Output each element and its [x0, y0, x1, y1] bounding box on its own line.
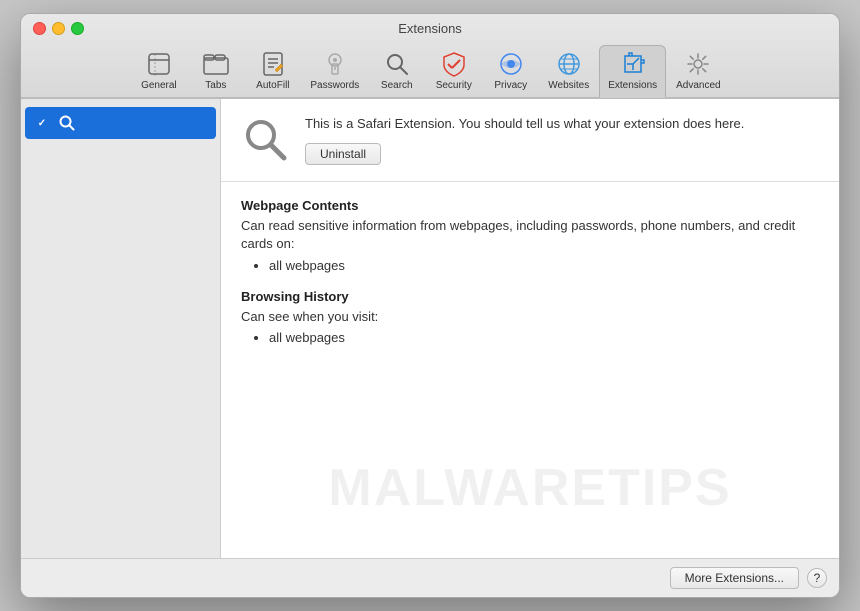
- browsing-history-item-0: all webpages: [269, 330, 819, 345]
- passwords-label: Passwords: [310, 80, 359, 91]
- extension-large-icon: [241, 115, 289, 163]
- toolbar-item-advanced[interactable]: Advanced: [668, 46, 728, 97]
- browsing-history-desc: Can see when you visit:: [241, 308, 819, 326]
- webpage-contents-title: Webpage Contents: [241, 198, 819, 213]
- extension-checkbox[interactable]: [35, 116, 49, 130]
- browsing-history-title: Browsing History: [241, 289, 819, 304]
- sidebar: [21, 99, 221, 558]
- webpage-contents-desc: Can read sensitive information from webp…: [241, 217, 819, 253]
- webpage-contents-item-0: all webpages: [269, 258, 819, 273]
- toolbar: General Tabs: [33, 41, 827, 97]
- title-bar: Extensions General: [21, 14, 839, 98]
- autofill-label: AutoFill: [256, 80, 289, 91]
- general-label: General: [141, 80, 177, 91]
- minimize-button[interactable]: [52, 22, 65, 35]
- main-window: Extensions General: [20, 13, 840, 598]
- webpage-contents-list: all webpages: [241, 258, 819, 273]
- webpage-contents-group: Webpage Contents Can read sensitive info…: [241, 198, 819, 272]
- toolbar-item-extensions[interactable]: Extensions: [599, 45, 666, 98]
- extension-info: This is a Safari Extension. You should t…: [221, 99, 839, 182]
- search-label: Search: [381, 80, 413, 91]
- help-button[interactable]: ?: [807, 568, 827, 588]
- extension-text: This is a Safari Extension. You should t…: [305, 115, 819, 165]
- privacy-icon: [497, 50, 525, 78]
- advanced-icon: [684, 50, 712, 78]
- extension-sidebar-icon: [57, 113, 77, 133]
- browsing-history-list: all webpages: [241, 330, 819, 345]
- content-area: This is a Safari Extension. You should t…: [21, 98, 839, 558]
- toolbar-item-privacy[interactable]: Privacy: [483, 46, 538, 97]
- general-icon: [145, 50, 173, 78]
- toolbar-item-security[interactable]: Security: [426, 46, 481, 97]
- toolbar-item-search[interactable]: Search: [369, 46, 424, 97]
- more-extensions-button[interactable]: More Extensions...: [670, 567, 799, 589]
- toolbar-item-websites[interactable]: Websites: [540, 46, 597, 97]
- autofill-icon: [259, 50, 287, 78]
- toolbar-item-general[interactable]: General: [131, 46, 186, 97]
- browsing-history-group: Browsing History Can see when you visit:…: [241, 289, 819, 345]
- sidebar-item-search-ext[interactable]: [25, 107, 216, 139]
- uninstall-button[interactable]: Uninstall: [305, 143, 381, 165]
- passwords-icon: [321, 50, 349, 78]
- extensions-label: Extensions: [608, 80, 657, 91]
- maximize-button[interactable]: [71, 22, 84, 35]
- security-icon: [440, 50, 468, 78]
- security-label: Security: [436, 80, 472, 91]
- extensions-icon: [619, 50, 647, 78]
- footer: More Extensions... ?: [21, 558, 839, 597]
- privacy-label: Privacy: [494, 80, 527, 91]
- title-bar-top: Extensions: [33, 22, 827, 35]
- search-toolbar-icon: [383, 50, 411, 78]
- traffic-lights: [33, 22, 84, 35]
- toolbar-item-tabs[interactable]: Tabs: [188, 46, 243, 97]
- main-panel: This is a Safari Extension. You should t…: [221, 99, 839, 558]
- advanced-label: Advanced: [676, 80, 720, 91]
- tabs-label: Tabs: [205, 80, 226, 91]
- permissions-section: Webpage Contents Can read sensitive info…: [221, 182, 839, 558]
- toolbar-item-autofill[interactable]: AutoFill: [245, 46, 300, 97]
- toolbar-item-passwords[interactable]: Passwords: [302, 46, 367, 97]
- websites-label: Websites: [548, 80, 589, 91]
- watermark: MALWARETIPS: [328, 458, 731, 518]
- close-button[interactable]: [33, 22, 46, 35]
- tabs-icon: [202, 50, 230, 78]
- window-title: Extensions: [398, 21, 462, 36]
- websites-icon: [555, 50, 583, 78]
- extension-description: This is a Safari Extension. You should t…: [305, 115, 819, 133]
